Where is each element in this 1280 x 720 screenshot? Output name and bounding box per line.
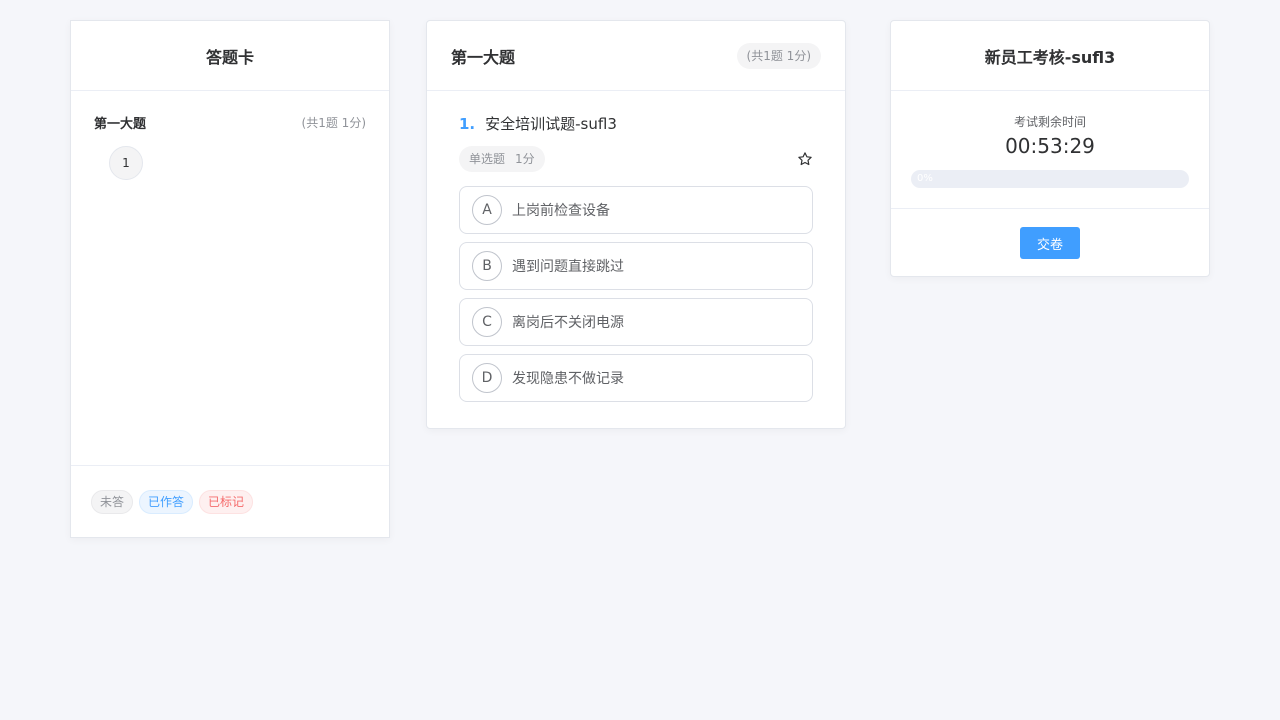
progress-bar: 0% [911,170,1189,188]
question-type: 单选题 [469,152,506,166]
legend-answered: 已作答 [139,489,194,514]
question-panel-header: 第一大题 (共1题 1分) [427,21,845,91]
question-number: 1. [459,114,476,133]
question-section-badge: (共1题 1分) [736,42,821,69]
timer-value: 00:53:29 [1005,134,1095,158]
answer-sheet-section-title: 第一大题 [94,116,147,132]
option-c-letter: C [472,307,502,337]
legend-marked: 已标记 [199,489,254,514]
option-a-letter: A [472,195,502,225]
answer-sheet-section-header: 第一大题 (共1题 1分) [94,113,366,132]
timer-label: 考试剩余时间 [1013,115,1086,129]
answer-sheet-title: 答题卡 [71,21,389,91]
option-d-letter: D [472,363,502,393]
exam-title: 新员工考核-sufl3 [891,21,1209,91]
question-panel: 第一大题 (共1题 1分) 1. 安全培训试题-sufl3 单选题 1分 A 上岗… [426,20,846,429]
option-d-text: 发现隐患不做记录 [512,371,624,387]
option-b-text: 遇到问题直接跳过 [512,259,624,275]
option-a-text: 上岗前检查设备 [512,203,610,219]
question-nav-button-1[interactable]: 1 [109,146,143,180]
submit-area: 交卷 [891,209,1209,259]
answer-sheet-section-count: (共1题 1分) [301,115,366,130]
option-a[interactable]: A 上岗前检查设备 [459,186,813,234]
option-c[interactable]: C 离岗后不关闭电源 [459,298,813,346]
answer-sheet-panel: 答题卡 第一大题 (共1题 1分) 1 未答 已作答 已标记 [70,20,390,538]
answer-sheet-legend: 未答 已作答 已标记 [71,465,389,537]
option-d[interactable]: D 发现隐患不做记录 [459,354,813,402]
exam-info-panel: 新员工考核-sufl3 考试剩余时间 00:53:29 0% 交卷 [890,20,1210,277]
option-list: A 上岗前检查设备 B 遇到问题直接跳过 C 离岗后不关闭电源 D 发现隐患不做… [459,186,813,402]
question-title: 1. 安全培训试题-sufl3 [459,113,813,134]
legend-unanswered: 未答 [91,489,134,514]
option-b[interactable]: B 遇到问题直接跳过 [459,242,813,290]
star-outline-icon[interactable] [797,151,813,167]
question-score: 1分 [515,152,535,166]
exam-timer: 考试剩余时间 00:53:29 0% [891,91,1209,209]
option-c-text: 离岗后不关闭电源 [512,315,624,331]
submit-exam-button[interactable]: 交卷 [1020,227,1080,259]
question-section-title: 第一大题 [451,47,516,67]
progress-text: 0% [917,173,933,184]
question-meta: 单选题 1分 [459,146,813,172]
option-b-letter: B [472,251,502,281]
question-body: 1. 安全培训试题-sufl3 单选题 1分 A 上岗前检查设备 B 遇到问题直接… [427,91,845,402]
answer-sheet-section: 第一大题 (共1题 1分) 1 [71,91,389,180]
question-text: 安全培训试题-sufl3 [485,115,617,133]
question-type-tag: 单选题 1分 [459,146,545,172]
